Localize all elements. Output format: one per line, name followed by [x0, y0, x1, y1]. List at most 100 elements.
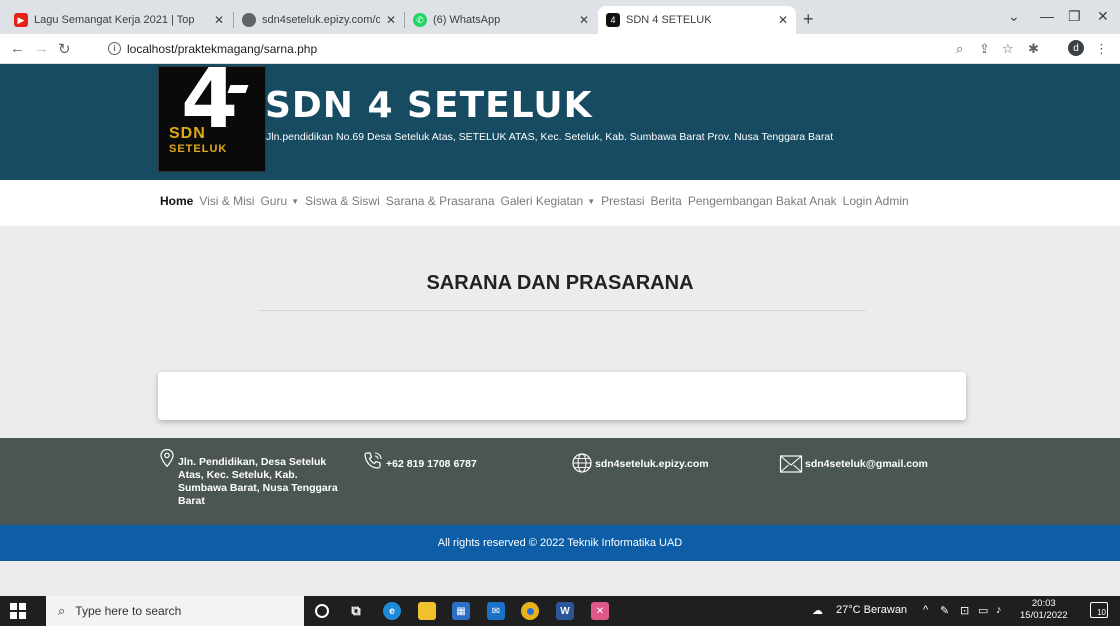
- nav-item-prestasi[interactable]: Prestasi: [601, 194, 644, 208]
- nav-label: Berita: [650, 194, 682, 208]
- nav-label: Siswa & Siswi: [305, 194, 380, 208]
- task-view-icon[interactable]: ⧉: [347, 602, 365, 620]
- tab-title: Lagu Semangat Kerja 2021 | Top: [34, 14, 195, 26]
- logo-seteluk-text: SETELUK: [169, 143, 228, 155]
- close-tab-icon[interactable]: ✕: [778, 13, 788, 27]
- footer-website[interactable]: sdn4seteluk.epizy.com: [571, 452, 709, 474]
- footer-phone-text: +62 819 1708 6787: [386, 458, 477, 470]
- bookmark-star-icon[interactable]: ☆: [1002, 41, 1014, 57]
- site-title: SDN 4 SETELUK: [265, 85, 593, 126]
- info-icon[interactable]: i: [108, 42, 121, 55]
- graduation-cap-icon: [227, 85, 249, 93]
- notification-count: 10: [1097, 608, 1106, 617]
- nav-label: Login Admin: [842, 194, 909, 208]
- nav-label: Visi & Misi: [199, 194, 255, 208]
- weather-cloud-icon[interactable]: ☁: [812, 604, 823, 617]
- minimize-icon[interactable]: —: [1040, 8, 1054, 24]
- youtube-icon: ▶: [14, 13, 28, 27]
- close-tab-icon[interactable]: ✕: [579, 13, 589, 27]
- nav-label: Guru: [260, 194, 288, 208]
- profile-avatar[interactable]: d: [1068, 40, 1084, 56]
- main-nav: Home Visi & Misi Guru ▼ Siswa & Siswi Sar…: [0, 180, 1120, 226]
- nav-item-home[interactable]: Home: [160, 194, 193, 208]
- footer-phone[interactable]: +62 819 1708 6787: [362, 450, 477, 472]
- battery-icon[interactable]: ▭: [978, 604, 988, 617]
- forward-arrow-icon[interactable]: →: [34, 40, 49, 57]
- globe-icon: [242, 13, 256, 27]
- close-window-icon[interactable]: ✕: [1097, 8, 1109, 25]
- nav-item-berita[interactable]: Berita: [651, 194, 682, 208]
- restore-icon[interactable]: ❐: [1068, 8, 1081, 25]
- browser-tab-youtube[interactable]: ▶ Lagu Semangat Kerja 2021 | Top ✕: [6, 6, 232, 34]
- share-icon[interactable]: ⇪: [979, 41, 990, 57]
- site-logo-icon: 4: [606, 13, 620, 27]
- nav-item-visi-misi[interactable]: Visi & Misi: [199, 194, 254, 208]
- heading-divider: [258, 310, 866, 311]
- footer-address: Jln. Pendidikan, Desa Seteluk Atas, Kec.…: [158, 448, 343, 508]
- nav-label: Home: [160, 194, 194, 208]
- location-pin-icon: [160, 448, 174, 468]
- edge-browser-icon[interactable]: e: [383, 602, 401, 620]
- weather-text[interactable]: 27°C Berawan: [836, 604, 907, 616]
- close-tab-icon[interactable]: ✕: [214, 13, 224, 27]
- tab-title: SDN 4 SETELUK: [626, 14, 712, 26]
- extensions-puzzle-icon[interactable]: ✱: [1028, 41, 1039, 57]
- windows-start-icon[interactable]: [10, 603, 26, 619]
- clock-time: 20:03: [1031, 598, 1056, 609]
- volume-icon[interactable]: ♪: [996, 604, 1002, 616]
- content-card: [158, 372, 966, 420]
- footer-email[interactable]: sdn4seteluk@gmail.com: [779, 454, 928, 474]
- site-address: Jln.pendidikan No.69 Desa Seteluk Atas, …: [266, 131, 834, 143]
- nav-item-guru[interactable]: Guru ▼: [260, 194, 299, 208]
- caret-down-icon: ▼: [587, 196, 596, 206]
- footer-website-text: sdn4seteluk.epizy.com: [595, 458, 709, 470]
- nav-item-siswa-siswi[interactable]: Siswa & Siswi: [305, 194, 380, 208]
- taskbar-search-box[interactable]: ⌕ Type here to search: [46, 596, 304, 626]
- zoom-icon[interactable]: ⌕: [956, 41, 963, 57]
- close-tab-icon[interactable]: ✕: [386, 13, 396, 27]
- taskbar-clock[interactable]: 20:03 15/01/2022: [1020, 598, 1068, 622]
- browser-tab-control[interactable]: sdn4seteluk.epizy.com/control/u ✕: [234, 6, 404, 34]
- nav-item-sarana-prasarana[interactable]: Sarana & Prasarana: [386, 194, 495, 208]
- nav-label: Galeri Kegiatan: [500, 194, 584, 208]
- nav-label: Sarana & Prasarana: [385, 194, 495, 208]
- new-tab-icon[interactable]: +: [803, 9, 814, 30]
- school-logo[interactable]: 4 SDN SETELUK: [158, 59, 266, 172]
- clock-date: 15/01/2022: [1020, 610, 1068, 621]
- network-icon[interactable]: ⊡: [960, 604, 969, 617]
- nav-label: Pengembangan Bakat Anak: [687, 194, 837, 208]
- footer-email-text: sdn4seteluk@gmail.com: [805, 458, 928, 470]
- reload-icon[interactable]: ↻: [58, 40, 71, 58]
- footer-address-text: Jln. Pendidikan, Desa Seteluk Atas, Kec.…: [178, 456, 338, 507]
- microsoft-store-icon[interactable]: ▦: [452, 602, 470, 620]
- nav-item-pengembangan-bakat-anak[interactable]: Pengembangan Bakat Anak: [688, 194, 837, 208]
- caret-down-icon: ▼: [291, 196, 300, 206]
- globe-icon: [572, 453, 592, 473]
- nav-label: Prestasi: [601, 194, 645, 208]
- mail-icon[interactable]: ✉: [487, 602, 505, 620]
- chrome-icon[interactable]: [521, 602, 539, 620]
- word-icon[interactable]: W: [556, 602, 574, 620]
- copyright-bar: All rights reserved © 2022 Teknik Inform…: [0, 525, 1120, 561]
- envelope-icon: [779, 455, 803, 473]
- logo-sdn-text: SDN: [169, 125, 206, 142]
- notification-center-icon[interactable]: 10: [1090, 602, 1108, 618]
- search-icon: ⌕: [58, 603, 66, 618]
- tab-title: sdn4seteluk.epizy.com/control/u: [262, 14, 380, 26]
- back-arrow-icon[interactable]: ←: [10, 40, 25, 57]
- menu-kebab-icon[interactable]: ⋮: [1095, 41, 1108, 57]
- nav-item-galeri-kegiatan[interactable]: Galeri Kegiatan ▼: [501, 194, 596, 208]
- whatsapp-icon: ✆: [413, 13, 427, 27]
- pen-icon[interactable]: ✎: [940, 604, 949, 617]
- cortana-icon[interactable]: [315, 604, 329, 618]
- browser-tab-bar: ▶ Lagu Semangat Kerja 2021 | Top ✕ sdn4s…: [0, 0, 1120, 34]
- tray-chevron-up-icon[interactable]: ^: [923, 604, 928, 616]
- nav-item-login-admin[interactable]: Login Admin: [843, 194, 909, 208]
- xampp-icon[interactable]: ✕: [591, 602, 609, 620]
- file-explorer-icon[interactable]: [418, 602, 436, 620]
- tab-title: (6) WhatsApp: [433, 14, 501, 26]
- browser-tab-sdn4seteluk[interactable]: 4 SDN 4 SETELUK ✕: [598, 6, 796, 34]
- tab-search-chevron-icon[interactable]: ⌄: [1008, 8, 1020, 25]
- taskbar-search-placeholder: Type here to search: [75, 604, 182, 618]
- browser-tab-whatsapp[interactable]: ✆ (6) WhatsApp ✕: [405, 6, 597, 34]
